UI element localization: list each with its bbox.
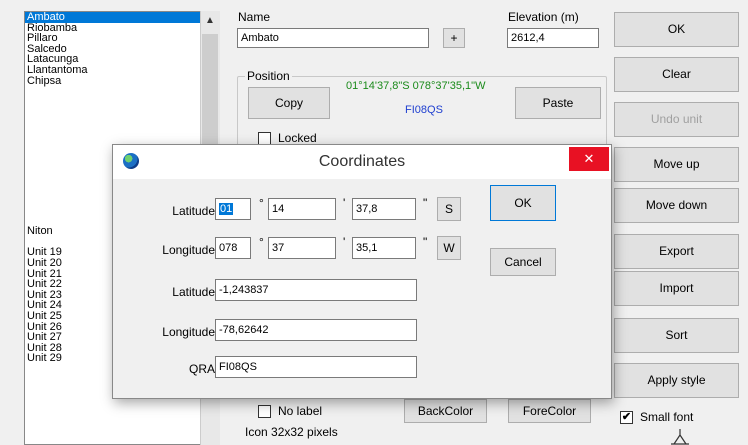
latitude-decimal-input[interactable]: -1,243837 (215, 279, 417, 301)
backcolor-button[interactable]: BackColor (404, 399, 487, 423)
latitude-dms-label: Latitude (172, 204, 215, 218)
position-coords-text: 01°14'37,8"S 078°37'35,1"W (346, 80, 486, 92)
forecolor-button[interactable]: ForeColor (508, 399, 591, 423)
no-label-label: No label (278, 404, 323, 418)
latitude-degrees-input[interactable]: 01 (215, 198, 251, 220)
qra-input[interactable]: FI08QS (215, 356, 417, 378)
position-qra-text: FI08QS (405, 104, 443, 116)
apply-style-button[interactable]: Apply style (614, 363, 739, 398)
position-group-label: Position (245, 69, 292, 83)
dialog-title: Coordinates (318, 153, 406, 170)
longitude-dms-label: Longitude (162, 243, 215, 257)
small-font-checkbox[interactable]: ✔ (620, 411, 633, 424)
add-name-button[interactable]: + (443, 28, 465, 48)
list-item[interactable]: Llantantoma (25, 65, 219, 76)
clear-button[interactable]: Clear (614, 57, 739, 92)
latitude-minutes-input[interactable]: 14 (268, 198, 336, 220)
location-list-top: Ambato Riobamba Pillaro Salcedo Latacunga Lla… (25, 12, 219, 86)
degree-symbol: ° (259, 235, 264, 249)
undo-unit-button[interactable]: Undo unit (614, 102, 739, 137)
copy-button[interactable]: Copy (248, 87, 330, 119)
longitude-degrees-input[interactable]: 078 (215, 237, 251, 259)
small-icon-preview (671, 429, 689, 445)
longitude-seconds-input[interactable]: 35,1 (352, 237, 416, 259)
qra-label: QRA (188, 362, 215, 376)
minute-symbol: ' (343, 196, 346, 210)
second-symbol: " (423, 196, 428, 210)
move-down-button[interactable]: Move down (614, 188, 739, 223)
dialog-cancel-button[interactable]: Cancel (490, 248, 556, 276)
ok-button[interactable]: OK (614, 12, 739, 47)
sort-button[interactable]: Sort (614, 318, 739, 353)
close-icon[interactable]: ✕ (569, 147, 609, 171)
paste-button[interactable]: Paste (515, 87, 601, 119)
elevation-input[interactable]: 2612,4 (507, 28, 599, 48)
second-symbol: " (423, 235, 428, 249)
latitude-decimal-label: Latitude (172, 285, 215, 299)
degree-symbol: ° (259, 196, 264, 210)
longitude-hemisphere-button[interactable]: W (437, 236, 461, 260)
locked-label: Locked (278, 131, 317, 145)
latitude-hemisphere-button[interactable]: S (437, 197, 461, 221)
longitude-decimal-input[interactable]: -78,62642 (215, 319, 417, 341)
elevation-label: Elevation (m) (508, 10, 579, 24)
scroll-up-icon[interactable]: ▲ (202, 13, 218, 29)
small-font-label: Small font (640, 410, 694, 424)
dialog-ok-button[interactable]: OK (490, 185, 556, 221)
list-item[interactable]: Chipsa (25, 75, 219, 87)
latitude-seconds-input[interactable]: 37,8 (352, 198, 416, 220)
export-button[interactable]: Export (614, 234, 739, 269)
name-input[interactable]: Ambato (237, 28, 429, 48)
longitude-minutes-input[interactable]: 37 (268, 237, 336, 259)
minute-symbol: ' (343, 235, 346, 249)
name-label: Name (238, 10, 271, 24)
coordinates-dialog: Coordinates ✕ Latitude 01 ° 14 ' 37,8 " … (112, 144, 612, 399)
list-item[interactable]: Ambato (25, 12, 219, 23)
longitude-decimal-label: Longitude (162, 325, 215, 339)
icon-size-label: Icon 32x32 pixels (245, 425, 338, 439)
no-label-checkbox[interactable] (258, 405, 271, 418)
move-up-button[interactable]: Move up (614, 147, 739, 182)
import-button[interactable]: Import (614, 271, 739, 306)
